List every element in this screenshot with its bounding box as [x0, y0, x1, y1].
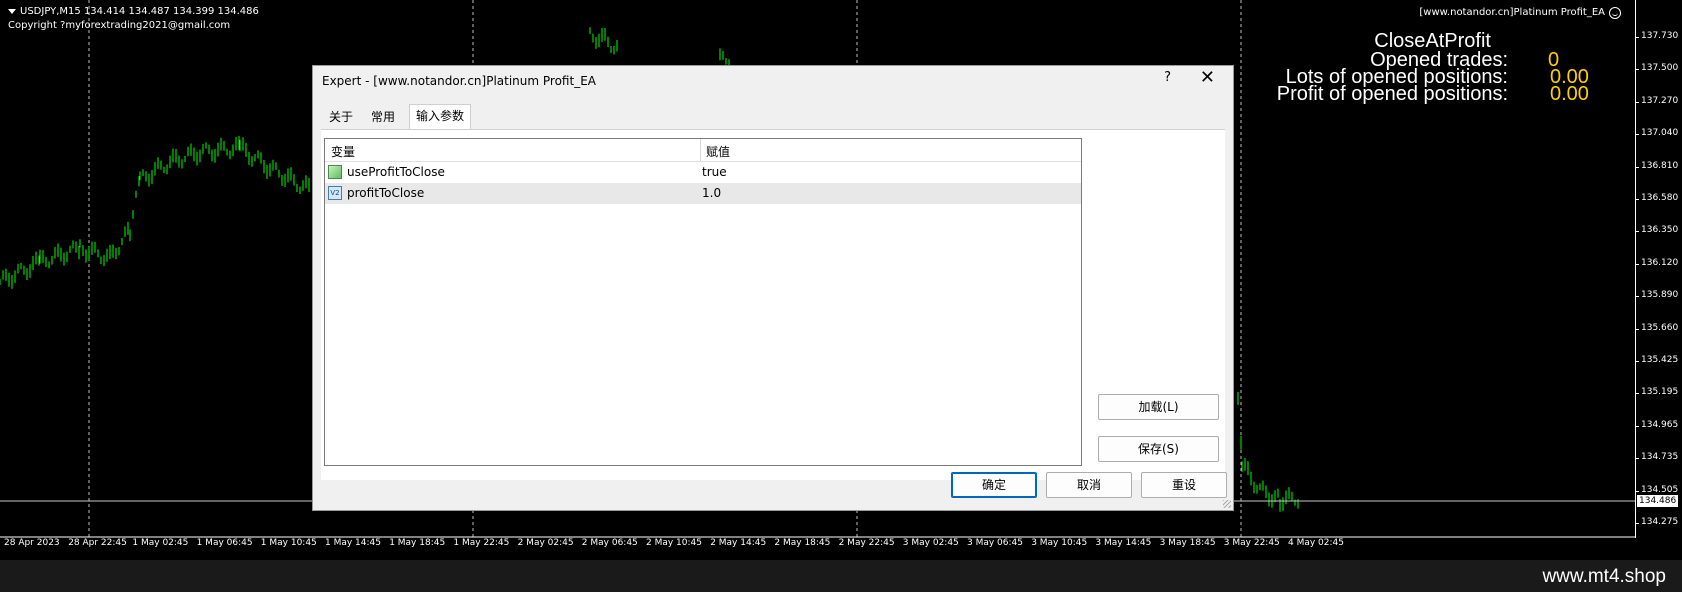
expert-properties-dialog: Expert - [www.notandor.cn]Platinum Profi… — [312, 65, 1234, 511]
time-tick-label: 2 May 10:45 — [646, 538, 702, 548]
dialog-title: Expert - [www.notandor.cn]Platinum Profi… — [322, 74, 596, 88]
param-value[interactable]: true — [702, 165, 727, 179]
time-tick-label: 2 May 14:45 — [710, 538, 767, 548]
price-tick-label: 134.735 — [1634, 452, 1679, 463]
dropdown-triangle-icon[interactable] — [8, 8, 16, 14]
time-tick-label: 2 May 06:45 — [581, 538, 638, 548]
time-tick-label: 28 Apr 22:45 — [68, 538, 127, 548]
time-axis[interactable]: 28 Apr 2023 28 Apr 22:45 1 May 02:45 1 May … — [0, 538, 1635, 558]
time-tick-label: 3 May 14:45 — [1095, 538, 1152, 548]
close-icon[interactable]: ✕ — [1200, 67, 1215, 88]
price-tick-label: 136.120 — [1634, 257, 1679, 268]
tab-about[interactable]: 关于 — [323, 106, 359, 128]
price-tick-label: 135.890 — [1634, 290, 1679, 301]
price-tick-label: 134.275 — [1634, 517, 1679, 527]
time-tick-label: 28 Apr 2023 — [4, 538, 60, 548]
time-tick-label: 4 May 02:45 — [1288, 538, 1344, 548]
symbol-line: USDJPY,M15 134.414 134.487 134.399 134.4… — [20, 6, 259, 17]
help-icon[interactable]: ? — [1164, 70, 1171, 85]
time-tick-label: 1 May 22:45 — [453, 538, 510, 548]
time-tick-label: 2 May 18:45 — [774, 538, 831, 548]
param-name: profitToClose — [347, 186, 425, 200]
save-button[interactable]: 保存(S) — [1098, 436, 1219, 462]
price-tick-label: 137.730 — [1634, 31, 1679, 41]
column-header-value[interactable]: 赋值 — [706, 143, 730, 160]
time-tick-label: 1 May 06:45 — [196, 538, 253, 548]
time-tick-label: 3 May 06:45 — [967, 538, 1023, 548]
price-tick-label: 136.810 — [1634, 160, 1679, 171]
time-tick-label: 1 May 18:45 — [389, 538, 446, 548]
param-value[interactable]: 1.0 — [702, 186, 721, 200]
table-header: 变量 赋值 — [325, 139, 1081, 162]
price-tick-label: 135.425 — [1634, 355, 1679, 365]
price-tick-label: 134.965 — [1634, 419, 1679, 430]
tab-common[interactable]: 常用 — [365, 106, 401, 128]
profit-value: 0.00 — [1550, 83, 1589, 105]
reset-button[interactable]: 重设 — [1141, 472, 1227, 498]
chart-header: USDJPY,M15 134.414 134.487 134.399 134.4… — [8, 6, 259, 31]
double-param-icon: V2 — [328, 186, 342, 200]
price-tick-label: 135.660 — [1634, 322, 1679, 333]
time-tick-label: 3 May 02:45 — [902, 538, 959, 548]
ok-button[interactable]: 确定 — [951, 472, 1037, 498]
load-button[interactable]: 加载(L) — [1098, 394, 1219, 420]
price-tick-label: 136.350 — [1634, 225, 1679, 236]
price-tick-label: 137.500 — [1634, 63, 1679, 74]
price-tick-label: 137.040 — [1634, 128, 1679, 139]
param-name: useProfitToClose — [347, 165, 445, 179]
copyright-text: Copyright ?myforextrading2021@gmail.com — [8, 20, 231, 31]
price-axis[interactable]: 137.730 137.500 137.270 137.040 136.810 136.5… — [1634, 0, 1682, 538]
time-tick-label: 3 May 22:45 — [1223, 538, 1280, 548]
time-tick-label: 2 May 22:45 — [838, 538, 895, 548]
footer-bar: www.mt4.shop — [0, 560, 1682, 592]
column-separator[interactable] — [700, 139, 701, 161]
symbol-info[interactable]: USDJPY,M15 134.414 134.487 134.399 134.4… — [8, 6, 259, 17]
tab-inputs[interactable]: 输入参数 — [409, 104, 472, 130]
time-tick-label: 3 May 18:45 — [1159, 538, 1216, 548]
price-tick-label: 135.195 — [1634, 387, 1679, 398]
column-header-variable[interactable]: 变量 — [331, 143, 355, 160]
time-tick-label: 3 May 10:45 — [1031, 538, 1088, 548]
resize-grip-icon[interactable] — [1223, 500, 1231, 508]
current-price-label: 134.486 — [1637, 495, 1679, 507]
time-tick-label: 1 May 10:45 — [260, 538, 317, 548]
price-tick-label: 136.580 — [1634, 193, 1679, 203]
overlay-title: CloseAtProfit — [1374, 30, 1491, 52]
cancel-button[interactable]: 取消 — [1046, 472, 1132, 498]
table-row[interactable]: useProfitToClose true — [325, 162, 1081, 183]
table-row[interactable]: V2 profitToClose 1.0 — [325, 183, 1081, 204]
profit-label: Profit of opened positions: — [1276, 83, 1508, 105]
time-tick-label: 1 May 02:45 — [132, 538, 189, 548]
smiley-face-icon[interactable] — [1609, 7, 1621, 19]
price-tick-label: 134.505 — [1634, 484, 1679, 495]
price-tick-label: 137.270 — [1634, 95, 1679, 106]
input-parameters-table[interactable]: 变量 赋值 useProfitToClose true V2 profitToC… — [324, 138, 1082, 466]
ea-label: [www.notandor.cn]Platinum Profit_EA — [1419, 7, 1605, 18]
time-tick-label: 1 May 14:45 — [325, 538, 381, 548]
bool-param-icon — [328, 165, 342, 179]
footer-url: www.mt4.shop — [1542, 566, 1666, 587]
time-tick-label: 2 May 02:45 — [517, 538, 574, 548]
